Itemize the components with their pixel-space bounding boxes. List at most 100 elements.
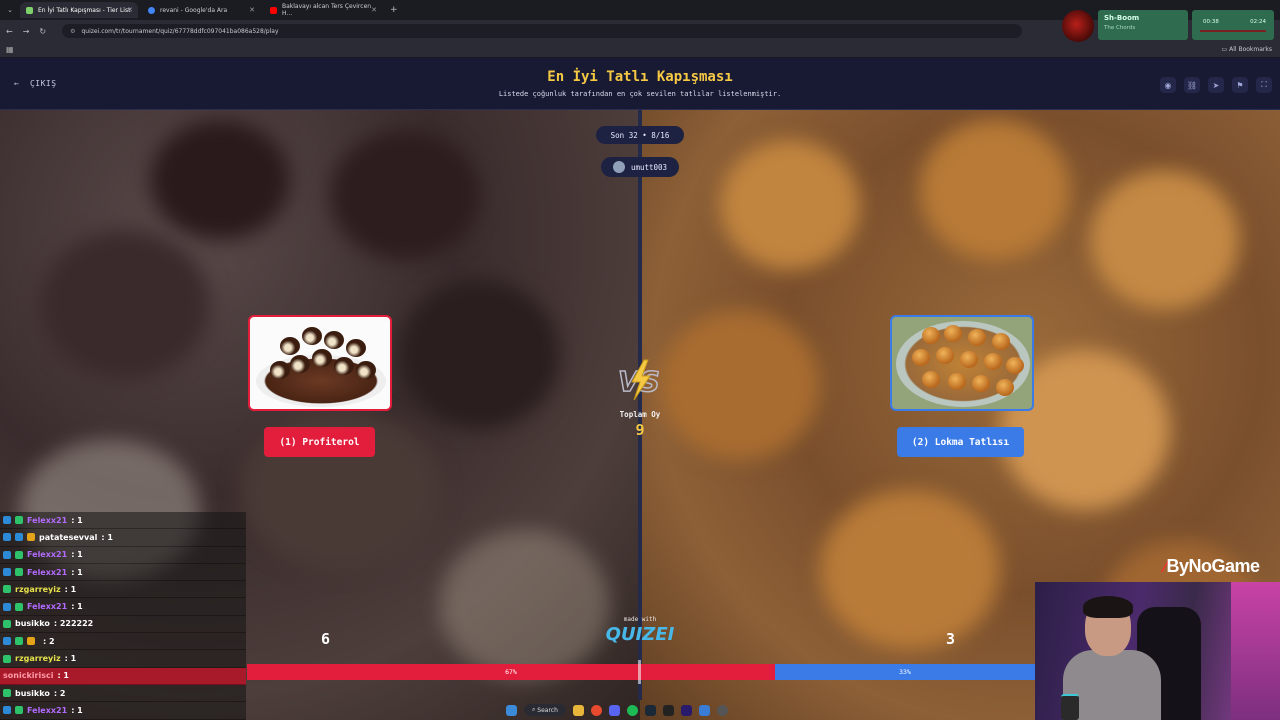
lokma-graphic (960, 351, 978, 368)
lokma-graphic (992, 333, 1010, 350)
chat-text: : 1 (71, 705, 83, 715)
fullscreen-icon[interactable]: ⛶ (1256, 77, 1272, 93)
creator-name: umutt003 (630, 162, 668, 172)
discord-icon[interactable] (608, 704, 620, 716)
option-2-percent: 33% (899, 668, 911, 676)
tab-active[interactable]: En İyi Tatlı Kapışması - Tier List ✕ (20, 2, 138, 18)
profiterole-graphic (290, 355, 310, 373)
forward-icon[interactable]: → (23, 27, 30, 36)
chat-username[interactable]: rzgarreyiz (15, 585, 61, 594)
chat-username[interactable]: Felexx21 (27, 706, 67, 715)
song-artist: The Chords (1104, 25, 1136, 31)
reload-icon[interactable]: ↻ (39, 27, 46, 36)
close-tab-icon[interactable]: ✕ (249, 6, 255, 14)
chat-message: Felexx21: 1 (0, 563, 246, 582)
chat-text: : 1 (64, 584, 77, 594)
quizei-logo[interactable]: QUIZEI (596, 624, 684, 645)
total-votes-value: 9 (635, 421, 645, 439)
page-subtitle: Listede çoğunluk tarafından en çok sevil… (498, 90, 782, 98)
album-art (1062, 10, 1094, 42)
tab-favicon-icon (270, 6, 277, 14)
chat-message: Felexx21 : 1 (0, 512, 246, 530)
all-bookmarks-label: All Bookmarks (1229, 46, 1272, 53)
chat-message: Felexx21 : 1 (0, 702, 246, 720)
windows-start-icon[interactable] (506, 704, 517, 716)
chat-username[interactable]: patatesevval (39, 533, 97, 542)
tab-youtube[interactable]: Baklavayı alcan Ters Çevircen H... ✕ (264, 2, 382, 18)
chat-username[interactable]: Felexx21 (27, 550, 67, 559)
taskbar-search[interactable]: ⌕ Search (524, 704, 566, 716)
total-time: 02:24 (1250, 19, 1266, 25)
lokma-graphic (922, 371, 940, 388)
chat-badge-icon (15, 637, 23, 646)
close-tab-icon[interactable]: ✕ (371, 6, 377, 14)
chat-badge-icon (3, 706, 11, 715)
app-icon[interactable] (698, 704, 710, 716)
profiterole-graphic (346, 339, 366, 357)
chat-username[interactable]: Felexx21 (27, 602, 67, 611)
close-tab-icon[interactable]: ✕ (127, 6, 133, 14)
round-badge: Son 32 • 8/16 (596, 126, 684, 144)
link-icon[interactable]: ⛓ (1184, 77, 1200, 93)
webcam-feed (1035, 582, 1280, 720)
chat-badge-icon (15, 533, 23, 542)
spotify-icon[interactable] (626, 704, 638, 716)
send-icon[interactable]: ➤ (1208, 77, 1224, 93)
chat-message: rzgarreyiz: 1 (0, 581, 246, 599)
chat-badge-icon (15, 706, 23, 715)
url-field[interactable]: ⚙ quizei.com/tr/tournament/quiz/67778ddf… (62, 24, 1023, 38)
settings-icon[interactable] (716, 704, 728, 716)
chat-text: : 1 (57, 671, 69, 681)
lokma-graphic (922, 327, 940, 344)
option-2-image[interactable] (890, 315, 1034, 411)
chat-username[interactable]: Felexx21 (27, 568, 67, 577)
shelf-graphic (1231, 582, 1280, 720)
steam-icon[interactable] (644, 704, 656, 716)
chat-message: Felexx21: 1 (0, 598, 246, 616)
creator-badge[interactable]: umutt003 (601, 157, 679, 177)
chat-badge-icon (15, 516, 23, 525)
chat-username[interactable]: busikko (15, 619, 50, 628)
file-explorer-icon[interactable] (572, 704, 584, 716)
tab-google[interactable]: revani - Google'da Ara ✕ (142, 2, 260, 18)
chat-badge-icon (3, 689, 11, 698)
option-2-button[interactable]: (2) Lokma Tatlısı (897, 427, 1024, 457)
chat-badge-icon (15, 550, 23, 559)
profiterole-graphic (334, 357, 354, 375)
option-1-button[interactable]: (1) Profiterol (264, 427, 375, 457)
eye-icon[interactable]: ◉ (1160, 77, 1176, 93)
lokma-graphic (1006, 357, 1024, 374)
premiere-icon[interactable] (680, 704, 692, 716)
taskbar-search-label: Search (537, 706, 558, 714)
tab-favicon-icon (148, 6, 155, 14)
chat-message: sonickirisci : 1 (0, 667, 246, 685)
tab-favicon-icon (26, 6, 33, 14)
option-1-image[interactable] (248, 315, 392, 411)
obs-icon[interactable] (662, 704, 674, 716)
all-bookmarks-link[interactable]: ▭ All Bookmarks (1222, 46, 1272, 53)
lokma-graphic (944, 325, 962, 342)
lokma-graphic (984, 353, 1002, 370)
chat-username[interactable]: rzgarreyiz (15, 654, 61, 663)
chrome-icon[interactable] (590, 704, 602, 716)
chat-text: : 1 (64, 654, 77, 664)
chat-username[interactable]: sonickirisci (3, 671, 53, 680)
flag-icon[interactable]: ⚑ (1232, 77, 1248, 93)
chat-message: Felexx21: 1 (0, 546, 246, 564)
progress-center-marker (638, 660, 641, 684)
chat-badge-icon (15, 568, 23, 577)
apps-icon[interactable]: ▦ (6, 45, 14, 54)
profiterole-graphic (280, 337, 300, 355)
avatar (612, 161, 625, 173)
chat-username[interactable]: busikko (15, 689, 50, 698)
chat-username[interactable]: Felexx21 (27, 516, 67, 525)
made-with-label: made with (623, 616, 657, 623)
new-tab-button[interactable]: + (390, 5, 398, 15)
chat-text: : 1 (71, 515, 83, 525)
tab-search-icon[interactable]: ⌄ (4, 6, 16, 14)
site-info-icon[interactable]: ⚙ (70, 28, 75, 35)
tab-label: En İyi Tatlı Kapışması - Tier List (38, 6, 131, 14)
back-icon[interactable]: ← (6, 27, 13, 36)
chat-badge-icon (3, 654, 11, 663)
chat-message: rzgarreyiz: 1 (0, 650, 246, 668)
